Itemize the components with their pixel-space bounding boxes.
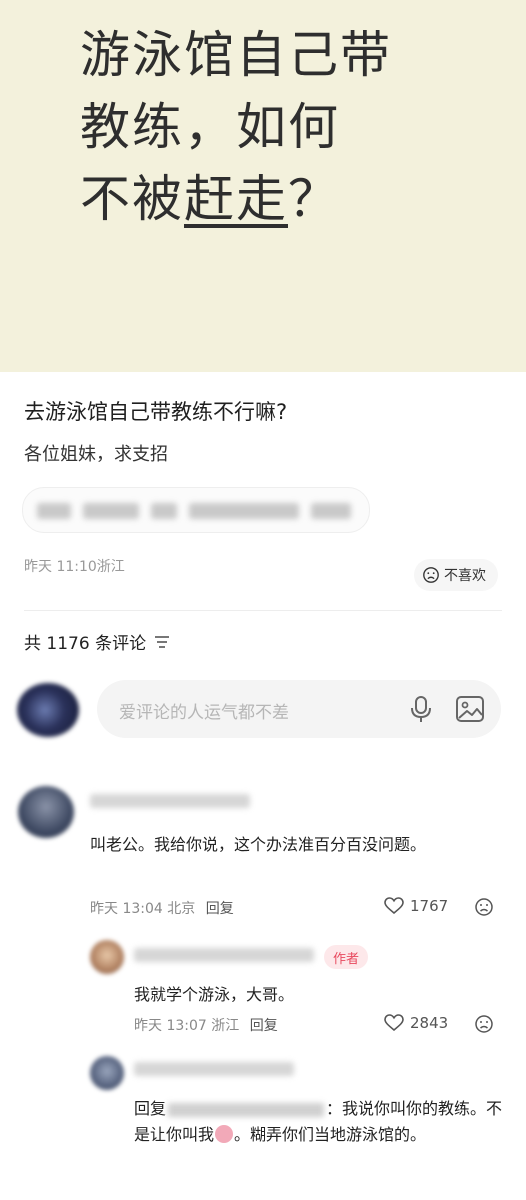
comment-input[interactable]: 爱评论的人运气都不差 [97,680,501,738]
microphone-icon[interactable] [409,695,433,723]
my-avatar [17,683,79,737]
reply-button[interactable]: 回复 [250,1018,278,1034]
reply-prefix: 回复 [134,1099,167,1118]
dislike-icon[interactable] [474,1014,494,1034]
laughing-emoji-icon [215,1125,234,1143]
heart-icon [384,1014,404,1032]
cover-title-line-3: 不被赶走？ [80,168,340,230]
blurred-tags[interactable] [22,487,370,533]
divider [24,610,502,611]
reply-text-2: 回复 ：我说你叫你的教练。不是让你叫我 。糊弄你们当地游泳馆的。 [134,1096,504,1148]
comment-location: 北京 [167,901,196,917]
cover-title-line-1: 游泳馆自己带 [80,26,392,84]
dislike-button[interactable]: 不喜欢 [414,559,498,591]
like-count: 2843 [410,1014,449,1032]
cover-title-line-2: 教练，如何 [80,98,340,156]
image-icon[interactable] [455,694,485,724]
dislike-label: 不喜欢 [444,568,486,584]
mentioned-user-blurred[interactable] [168,1102,325,1117]
comment-count-header[interactable]: 共 1176 条评论 [24,629,170,654]
reply-button[interactable]: 回复 [206,901,234,917]
replier-avatar[interactable] [90,1056,124,1090]
comment-time: 昨天 13:04 [90,901,163,917]
author-badge: 作者 [324,945,368,969]
cover-underlined-word: 赶走 [184,170,288,228]
post-title: 去游泳馆自己带教练不行嘛? [24,400,288,424]
comment-input-placeholder: 爱评论的人运气都不差 [119,703,289,723]
comment-count-label: 共 1176 条评论 [24,634,147,654]
like-count: 1767 [410,897,449,915]
like-button[interactable]: 2843 [384,1014,448,1032]
reply-text: 我就学个游泳，大哥。 [134,985,295,1004]
post-meta: 昨天 11:10浙江 [24,559,125,575]
comment-meta: 昨天 13:04 北京 回复 [90,898,234,918]
heart-icon [384,897,404,915]
like-button[interactable]: 1767 [384,897,448,915]
sad-face-icon [423,567,439,583]
post-body: 各位姐妹，求支招 [24,444,168,465]
cover-line-3-suffix: ？ [288,170,340,228]
sort-icon[interactable] [154,635,170,649]
comment-text: 叫老公。我给你说，这个办法准百分百没问题。 [90,835,427,854]
reply-meta: 昨天 13:07 浙江 回复 [134,1015,278,1035]
cover-line-3-prefix: 不被 [80,170,184,228]
reply-time: 昨天 13:07 [134,1018,207,1034]
cover-image: 游泳馆自己带 教练，如何 不被赶走？ [0,0,526,372]
dislike-icon[interactable] [474,897,494,917]
commenter-avatar[interactable] [18,786,74,838]
reply-location: 浙江 [211,1018,240,1034]
reply-suffix: 。糊弄你们当地游泳馆的。 [234,1125,427,1144]
author-avatar[interactable] [90,940,124,974]
